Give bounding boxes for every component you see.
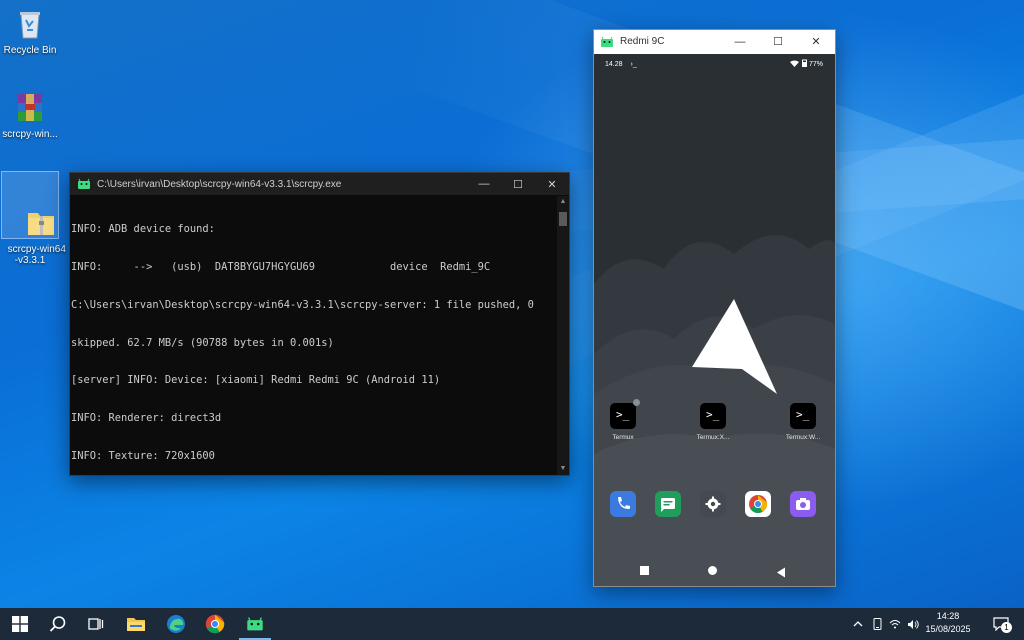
console-window[interactable]: C:\Users\irvan\Desktop\scrcpy-win64-v3.3… (69, 172, 570, 476)
camera-icon (796, 498, 810, 510)
show-hidden-icons-button[interactable] (848, 608, 868, 640)
dock-camera-app[interactable] (790, 491, 816, 517)
desktop-icon-recycle-bin[interactable]: Recycle Bin (2, 6, 58, 56)
settings-icon (705, 496, 721, 512)
android-scrcpy-icon (77, 178, 91, 190)
dock-chrome-app[interactable] (745, 491, 771, 517)
minimize-button[interactable]: — (721, 30, 759, 53)
back-button[interactable] (776, 565, 786, 583)
desktop-icon-label: Recycle Bin (3, 45, 57, 56)
android-scrcpy-icon (600, 36, 614, 48)
app-label: Termux:X... (696, 434, 730, 441)
app-termux-widget[interactable]: >_ Termux:W... (776, 403, 830, 441)
task-view-icon (88, 618, 104, 630)
back-triangle-icon (777, 567, 785, 578)
search-button[interactable] (38, 608, 78, 640)
taskbar-clock[interactable]: 14:28 15/08/2025 (920, 610, 976, 636)
maximize-button[interactable]: ☐ (759, 30, 797, 53)
scrollbar-thumb[interactable] (559, 212, 567, 226)
search-icon (49, 616, 66, 632)
clock-date: 15/08/2025 (925, 624, 971, 634)
phone-link-icon (873, 618, 881, 630)
tray-device-icon[interactable] (868, 608, 886, 640)
dock-phone-app[interactable] (610, 491, 636, 517)
clock-time: 14:28 (936, 611, 960, 621)
tray-network-icon[interactable] (886, 608, 904, 640)
taskbar-chrome[interactable] (195, 608, 235, 640)
console-output[interactable]: INFO: ADB device found: INFO: --> (usb) … (70, 196, 557, 475)
console-scrollbar[interactable]: ▲ ▼ (557, 196, 569, 475)
close-button[interactable]: ✕ (797, 30, 835, 53)
console-line: INFO: --> (usb) DAT8BYGU7HGYGU69 device … (71, 260, 491, 273)
notification-count-badge: 1 (1001, 622, 1012, 633)
android-scrcpy-icon (247, 617, 263, 631)
status-bar: 14.28 ›_ 77% (594, 54, 835, 74)
taskbar-edge[interactable] (156, 608, 196, 640)
phone-title-bar[interactable]: Redmi 9C — ☐ ✕ (594, 30, 835, 53)
scroll-up-arrow-icon[interactable]: ▲ (557, 196, 569, 208)
desktop-icon-label: scrcpy-win64 -v3.3.1 (7, 244, 66, 266)
task-view-button[interactable] (76, 608, 116, 640)
phone-mirror-window[interactable]: Redmi 9C — ☐ ✕ 14.28 ›_ 77% >_ Termux >_… (593, 29, 836, 587)
dock-settings-app[interactable] (700, 491, 726, 517)
app-label: Termux:W... (785, 434, 821, 441)
console-line: INFO: ADB device found: (71, 223, 215, 236)
app-termux-x11[interactable]: >_ Termux:X... (686, 403, 740, 441)
desktop-icon-scrcpy-folder[interactable]: scrcpy-win64 -v3.3.1 (1, 171, 66, 266)
console-title-bar[interactable]: C:\Users\irvan\Desktop\scrcpy-win64-v3.3… (70, 173, 569, 195)
wifi-icon (789, 60, 799, 69)
phone-icon (618, 497, 630, 509)
chrome-icon (749, 495, 768, 514)
file-explorer-icon (127, 618, 145, 631)
minimize-button[interactable]: — (467, 173, 501, 195)
console-line: INFO: Texture: 720x1600 (71, 449, 215, 462)
battery-level: 77% (808, 60, 823, 68)
desktop-icon-scrcpy-archive[interactable]: scrcpy-win... (2, 90, 58, 140)
phone-window-title: Redmi 9C (620, 36, 665, 47)
recycle-bin-icon (12, 6, 48, 42)
action-center-button[interactable]: 1 (984, 608, 1018, 640)
speaker-icon (907, 619, 919, 629)
wifi-icon (889, 620, 901, 629)
zip-folder-icon (12, 194, 55, 235)
chrome-icon (205, 614, 225, 634)
terminal-notification-icon: ›_ (630, 60, 637, 68)
console-title: C:\Users\irvan\Desktop\scrcpy-win64-v3.3… (97, 178, 342, 190)
recents-button[interactable] (640, 566, 649, 575)
app-termux[interactable]: >_ Termux (596, 399, 650, 441)
phone-screen[interactable]: 14.28 ›_ 77% >_ Termux >_ Termux:X... >_… (594, 54, 835, 586)
desktop-icon-label: scrcpy-win... (2, 129, 58, 140)
close-button[interactable]: ✕ (535, 173, 569, 195)
status-time: 14.28 (605, 60, 623, 68)
console-line: C:\Users\irvan\Desktop\scrcpy-win64-v3.3… (71, 298, 534, 311)
taskbar: 14:28 15/08/2025 1 (0, 608, 1024, 640)
messages-icon (661, 498, 675, 512)
edge-icon (167, 615, 185, 633)
windows-logo-icon (12, 616, 28, 632)
termux-icon: >_ (610, 399, 640, 429)
start-button[interactable] (0, 608, 40, 640)
taskbar-scrcpy[interactable] (235, 608, 275, 640)
chevron-up-icon (853, 621, 863, 627)
winrar-archive-icon (12, 90, 48, 126)
termux-widget-icon: >_ (790, 403, 816, 429)
home-button[interactable] (708, 566, 717, 575)
dock-messages-app[interactable] (655, 491, 681, 517)
battery-icon (801, 59, 807, 69)
termux-x11-icon: >_ (700, 403, 726, 429)
maximize-button[interactable]: ☐ (501, 173, 535, 195)
console-line: [server] INFO: Device: [xiaomi] Redmi Re… (71, 374, 441, 387)
app-label: Termux (612, 434, 634, 441)
console-line: INFO: Renderer: direct3d (71, 412, 222, 425)
scroll-down-arrow-icon[interactable]: ▼ (557, 463, 569, 475)
console-line: skipped. 62.7 MB/s (90788 bytes in 0.001… (71, 336, 334, 349)
taskbar-file-explorer[interactable] (116, 608, 156, 640)
